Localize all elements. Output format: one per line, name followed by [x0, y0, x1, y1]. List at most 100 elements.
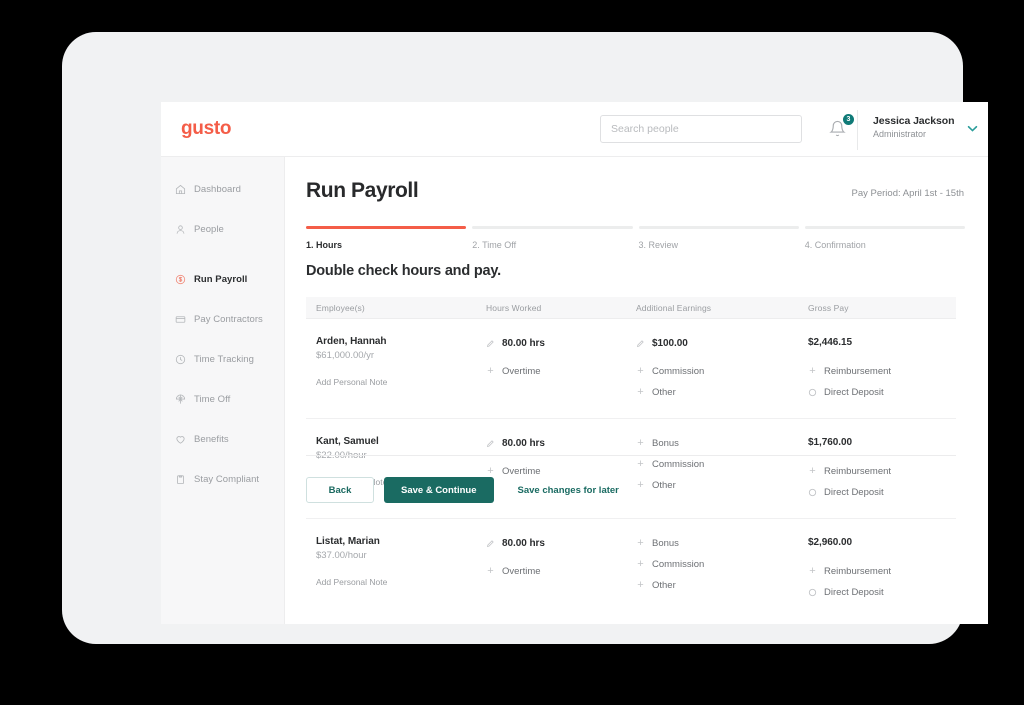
user-menu[interactable]: Jessica Jackson Administrator: [873, 115, 973, 140]
sidebar-item-run-payroll[interactable]: Run Payroll: [161, 269, 284, 289]
add-other-action[interactable]: + Other: [636, 577, 808, 593]
hours-cell: 80.00 hrs + Overtime: [486, 335, 636, 405]
step-hours[interactable]: 1. Hours: [306, 226, 466, 250]
step-label: 2. Time Off: [472, 240, 632, 250]
sidebar-item-label: Run Payroll: [194, 274, 247, 285]
sidebar-item-time-off[interactable]: Time Off: [161, 389, 284, 409]
gross-pay-value: $2,446.15: [808, 335, 956, 351]
notifications-button[interactable]: 3: [826, 116, 852, 142]
action-label: Overtime: [502, 366, 541, 377]
gusto-logo[interactable]: gusto: [181, 118, 231, 140]
add-reimbursement-action[interactable]: + Reimbursement: [808, 463, 956, 479]
earnings-cell: + Bonus + Commission + Other: [636, 535, 808, 605]
sidebar-item-label: Time Tracking: [194, 354, 254, 365]
pencil-icon: [636, 339, 645, 348]
heart-icon: [175, 434, 186, 445]
hours-value: 80.00 hrs: [502, 438, 545, 449]
tablet-device-frame: gusto 3 Jessica Jackson Administrator: [62, 32, 963, 644]
app-header: gusto 3 Jessica Jackson Administrator: [161, 102, 988, 157]
header-divider: [857, 110, 858, 150]
add-reimbursement-action[interactable]: + Reimbursement: [808, 563, 956, 579]
plus-icon: +: [636, 460, 645, 469]
action-label: Commission: [652, 366, 704, 377]
progress-stepper: 1. Hours 2. Time Off 3. Review 4. Confir…: [306, 226, 965, 250]
earnings-editable[interactable]: $100.00: [636, 335, 808, 351]
pencil-icon: [486, 339, 495, 348]
column-header-hours: Hours Worked: [486, 303, 636, 313]
add-overtime-action[interactable]: + Overtime: [486, 363, 636, 379]
earnings-value: $100.00: [652, 338, 688, 349]
add-personal-note-link[interactable]: Add Personal Note: [316, 377, 486, 387]
user-role: Administrator: [873, 128, 973, 140]
sidebar-item-time-tracking[interactable]: Time Tracking: [161, 349, 284, 369]
action-label: Reimbursement: [824, 566, 891, 577]
direct-deposit-action[interactable]: Direct Deposit: [808, 484, 956, 500]
step-label: 3. Review: [639, 240, 799, 250]
column-header-gross-pay: Gross Pay: [808, 303, 956, 313]
action-label: Reimbursement: [824, 466, 891, 477]
section-heading: Double check hours and pay.: [306, 263, 501, 279]
card-icon: [175, 314, 186, 325]
hours-worked-editable[interactable]: 80.00 hrs: [486, 535, 636, 551]
save-and-continue-button[interactable]: Save & Continue: [384, 477, 494, 503]
add-commission-action[interactable]: + Commission: [636, 456, 808, 472]
circle-icon: [808, 588, 817, 597]
action-label: Reimbursement: [824, 366, 891, 377]
employee-rate: $61,000.00/yr: [316, 349, 486, 363]
user-name: Jessica Jackson: [873, 115, 973, 128]
add-reimbursement-action[interactable]: + Reimbursement: [808, 363, 956, 379]
hours-worked-editable[interactable]: 80.00 hrs: [486, 335, 636, 351]
save-for-later-link[interactable]: Save changes for later: [518, 485, 619, 496]
back-button[interactable]: Back: [306, 477, 374, 503]
direct-deposit-action[interactable]: Direct Deposit: [808, 384, 956, 400]
add-commission-action[interactable]: + Commission: [636, 556, 808, 572]
action-label: Direct Deposit: [824, 587, 884, 598]
add-bonus-action[interactable]: + Bonus: [636, 435, 808, 451]
sidebar-item-people[interactable]: People: [161, 219, 284, 239]
action-label: Commission: [652, 459, 704, 470]
clipboard-icon: [175, 474, 186, 485]
chevron-down-icon[interactable]: [967, 125, 978, 132]
step-confirmation[interactable]: 4. Confirmation: [805, 226, 965, 250]
table-header-row: Employee(s) Hours Worked Additional Earn…: [306, 297, 956, 319]
sidebar-item-dashboard[interactable]: Dashboard: [161, 179, 284, 199]
table-row: Kant, Samuel $22.00/hour Add Personal No…: [306, 419, 956, 519]
add-overtime-action[interactable]: + Overtime: [486, 563, 636, 579]
step-label: 4. Confirmation: [805, 240, 965, 250]
employee-rate: $37.00/hour: [316, 549, 486, 563]
pay-period-label: Pay Period: April 1st - 15th: [852, 188, 964, 199]
page-title: Run Payroll: [306, 179, 418, 203]
plus-icon: +: [636, 539, 645, 548]
add-commission-action[interactable]: + Commission: [636, 363, 808, 379]
step-label: 1. Hours: [306, 240, 466, 250]
circle-icon: [808, 388, 817, 397]
gross-pay-cell: $2,446.15 + Reimbursement Direct Deposit: [808, 335, 956, 405]
plus-icon: +: [808, 567, 817, 576]
step-review[interactable]: 3. Review: [639, 226, 799, 250]
search-input[interactable]: [600, 115, 802, 143]
clock-icon: [175, 354, 186, 365]
sidebar-item-stay-compliant[interactable]: Stay Compliant: [161, 469, 284, 489]
column-header-employees: Employee(s): [306, 303, 486, 313]
add-bonus-action[interactable]: + Bonus: [636, 535, 808, 551]
sidebar-item-benefits[interactable]: Benefits: [161, 429, 284, 449]
add-other-action[interactable]: + Other: [636, 477, 808, 493]
main-content: Run Payroll Pay Period: April 1st - 15th…: [285, 157, 988, 624]
add-personal-note-link[interactable]: Add Personal Note: [316, 577, 486, 587]
gross-pay-value: $2,960.00: [808, 535, 956, 551]
add-other-action[interactable]: + Other: [636, 384, 808, 400]
person-icon: [175, 224, 186, 235]
plus-icon: +: [636, 481, 645, 490]
action-label: Other: [652, 580, 676, 591]
employee-cell: Listat, Marian $37.00/hour Add Personal …: [306, 535, 486, 605]
hours-worked-editable[interactable]: 80.00 hrs: [486, 435, 636, 451]
sidebar-item-pay-contractors[interactable]: Pay Contractors: [161, 309, 284, 329]
direct-deposit-action[interactable]: Direct Deposit: [808, 584, 956, 600]
hours-value: 80.00 hrs: [502, 338, 545, 349]
plus-icon: +: [636, 388, 645, 397]
step-bar: [639, 226, 799, 229]
step-bar: [306, 226, 466, 229]
employee-rate: $22.00/hour: [316, 449, 486, 463]
step-time-off[interactable]: 2. Time Off: [472, 226, 632, 250]
gross-pay-value: $1,760.00: [808, 435, 956, 451]
